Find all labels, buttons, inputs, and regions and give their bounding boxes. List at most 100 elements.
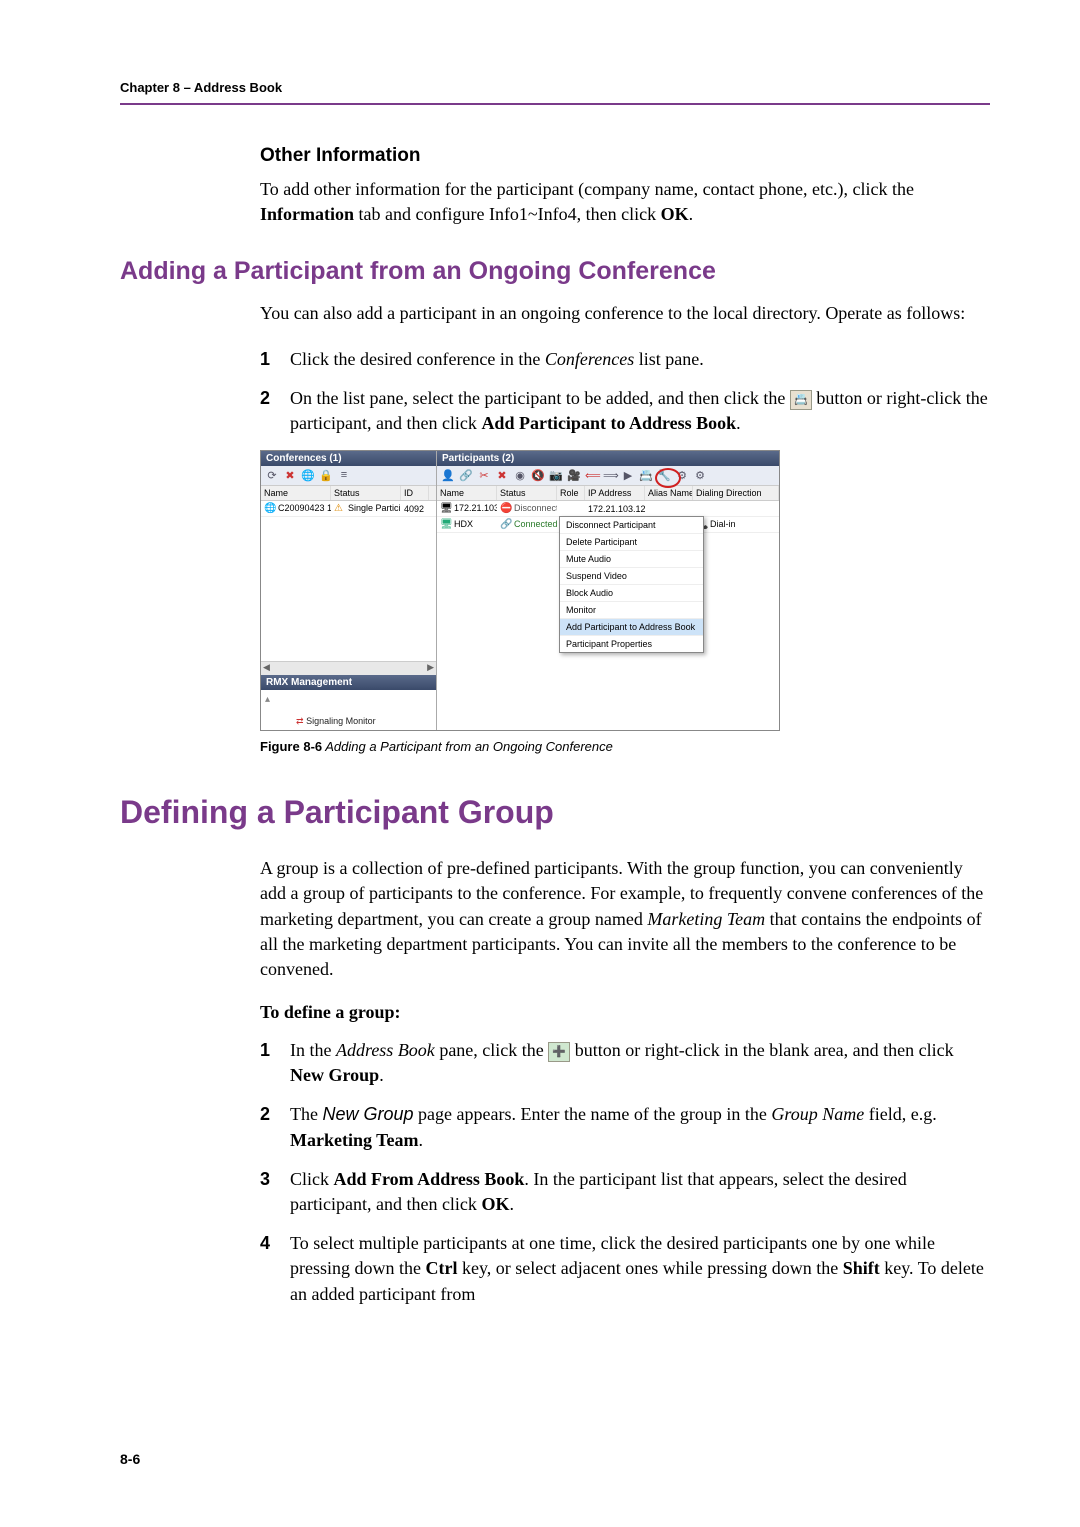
step-2: 2 On the list pane, select the participa… xyxy=(260,386,990,436)
tool3-icon[interactable]: ⚙ xyxy=(693,469,707,483)
video-icon[interactable]: 🎥 xyxy=(567,469,581,483)
back-icon[interactable]: ⟸ xyxy=(585,469,599,483)
ctrl-bold: Ctrl xyxy=(425,1258,457,1278)
text: The xyxy=(290,1104,322,1124)
connect-icon[interactable]: 🔗 xyxy=(459,469,473,483)
text: key, or select adjacent ones while press… xyxy=(457,1258,842,1278)
marketing-team-bold: Marketing Team xyxy=(290,1130,419,1150)
menu-add-to-addressbook[interactable]: Add Participant to Address Book xyxy=(560,619,703,636)
figure-label: Figure 8-6 xyxy=(260,739,322,754)
add-participant-icon[interactable]: 👤 xyxy=(441,469,455,483)
play-icon[interactable]: ▶ xyxy=(621,469,635,483)
col-ip[interactable]: IP Address xyxy=(585,486,645,500)
adding-participant-heading: Adding a Participant from an Ongoing Con… xyxy=(120,257,990,286)
disconnect-icon[interactable]: ✂ xyxy=(477,469,491,483)
step-number: 4 xyxy=(260,1231,290,1307)
new-group-bold: New Group xyxy=(290,1065,379,1085)
delete-icon[interactable]: ✖ xyxy=(283,469,297,483)
rmx-screenshot: Conferences (1) ⟳ ✖ 🌐 🔒 ≡ Name Status ID… xyxy=(260,450,780,731)
step-number: 1 xyxy=(260,347,290,372)
p-role xyxy=(557,508,585,510)
to-define-label: To define a group: xyxy=(260,1002,990,1023)
text: Click the desired conference in the xyxy=(290,349,545,369)
text: . xyxy=(379,1065,384,1085)
refresh-icon[interactable]: ⟳ xyxy=(265,469,279,483)
p-status: Connected xyxy=(514,519,557,529)
other-info-heading: Other Information xyxy=(260,145,990,167)
delete-icon[interactable]: ✖ xyxy=(495,469,509,483)
col-role[interactable]: Role xyxy=(557,486,585,500)
participant-context-menu: Disconnect Participant Delete Participan… xyxy=(559,516,704,653)
conf-scrollbar[interactable]: ◀▶ xyxy=(261,661,436,675)
participants-pane: Participants (2) 👤 🔗 ✂ ✖ ◉ 🔇 📷 🎥 ⟸ ⟹ ▶ 📇… xyxy=(437,451,779,730)
text: pane, click the xyxy=(435,1040,548,1060)
information-tab-label: Information xyxy=(260,204,354,224)
marketing-team-italic: Marketing Team xyxy=(647,909,765,929)
col-id[interactable]: ID xyxy=(401,486,429,500)
p-dial: Dial-in xyxy=(710,519,736,529)
col-alias[interactable]: Alias Name xyxy=(645,486,693,500)
conferences-title: Conferences (1) xyxy=(261,451,436,466)
text: button or right-click in the blank area,… xyxy=(570,1040,953,1060)
signaling-monitor[interactable]: ⇄ Signaling Monitor xyxy=(296,716,376,727)
p-ip: 172.21.103.127 xyxy=(585,503,645,515)
figure-8-6: Conferences (1) ⟳ ✖ 🌐 🔒 ≡ Name Status ID… xyxy=(260,450,990,731)
part-column-headers: Name Status Role IP Address Alias Name D… xyxy=(437,486,779,501)
lock-icon[interactable]: 🔒 xyxy=(319,469,333,483)
address-book-italic: Address Book xyxy=(336,1040,435,1060)
other-info-paragraph: To add other information for the partici… xyxy=(260,177,990,227)
col-status[interactable]: Status xyxy=(497,486,557,500)
conference-row[interactable]: 🌐C20090423 1 ⚠Single Participant 4092 xyxy=(261,501,436,517)
page-number: 8-6 xyxy=(120,1451,140,1467)
collapse-icon[interactable]: ▴ xyxy=(265,694,270,705)
conferences-italic: Conferences xyxy=(545,349,634,369)
text: On the list pane, select the participant… xyxy=(290,388,790,408)
ok-label: OK xyxy=(661,204,689,224)
col-name[interactable]: Name xyxy=(437,486,497,500)
menu-suspend[interactable]: Suspend Video xyxy=(560,568,703,585)
endpoint-icon: 🖥 xyxy=(440,519,452,530)
header-rule xyxy=(120,103,990,105)
camera-icon[interactable]: 📷 xyxy=(549,469,563,483)
text: . xyxy=(419,1130,424,1150)
step-4: 4 To select multiple participants at one… xyxy=(260,1231,990,1307)
menu-block[interactable]: Block Audio xyxy=(560,585,703,602)
forward-icon[interactable]: ⟹ xyxy=(603,469,617,483)
participants-toolbar: 👤 🔗 ✂ ✖ ◉ 🔇 📷 🎥 ⟸ ⟹ ▶ 📇 🔧 ⚙ ⚙ xyxy=(437,466,779,486)
conference-icon: 🌐 xyxy=(264,503,276,514)
participant-row-1[interactable]: 🖥172.21.103.1 ⛔Disconnected 172.21.103.1… xyxy=(437,501,779,517)
list-icon[interactable]: ≡ xyxy=(337,469,351,483)
conf-column-headers: Name Status ID xyxy=(261,486,436,501)
participants-title: Participants (2) xyxy=(437,451,779,466)
record-icon[interactable]: ◉ xyxy=(513,469,527,483)
text: field, e.g. xyxy=(864,1104,936,1124)
step-1: 1 In the Address Book pane, click the ➕ … xyxy=(260,1038,990,1088)
conferences-toolbar: ⟳ ✖ 🌐 🔒 ≡ xyxy=(261,466,436,486)
step-text: Click the desired conference in the Conf… xyxy=(290,347,990,372)
add-participant-bold: Add Participant to Address Book xyxy=(481,413,736,433)
col-dial[interactable]: Dialing Direction xyxy=(693,486,779,500)
connected-icon: 🔗 xyxy=(500,519,512,530)
menu-monitor[interactable]: Monitor xyxy=(560,602,703,619)
adding-steps: 1 Click the desired conference in the Co… xyxy=(260,347,990,437)
new-group-icon: ➕ xyxy=(548,1042,570,1062)
menu-properties[interactable]: Participant Properties xyxy=(560,636,703,652)
conf-body: 🌐C20090423 1 ⚠Single Participant 4092 xyxy=(261,501,436,661)
col-status[interactable]: Status xyxy=(331,486,401,500)
text: list pane. xyxy=(634,349,704,369)
adding-intro: You can also add a participant in an ong… xyxy=(260,301,990,326)
add-from-addressbook-bold: Add From Address Book xyxy=(334,1169,525,1189)
step-3: 3 Click Add From Address Book. In the pa… xyxy=(260,1167,990,1217)
menu-disconnect[interactable]: Disconnect Participant xyxy=(560,517,703,534)
globe-icon[interactable]: 🌐 xyxy=(301,469,315,483)
addressbook-icon[interactable]: 📇 xyxy=(639,469,653,483)
menu-mute[interactable]: Mute Audio xyxy=(560,551,703,568)
step-number: 1 xyxy=(260,1038,290,1088)
col-name[interactable]: Name xyxy=(261,486,331,500)
text: In the xyxy=(290,1040,336,1060)
mute-icon[interactable]: 🔇 xyxy=(531,469,545,483)
conf-status: Single Participant xyxy=(348,503,401,513)
menu-delete[interactable]: Delete Participant xyxy=(560,534,703,551)
annotation-circle xyxy=(655,468,681,488)
signal-icon: ⇄ xyxy=(296,716,304,726)
